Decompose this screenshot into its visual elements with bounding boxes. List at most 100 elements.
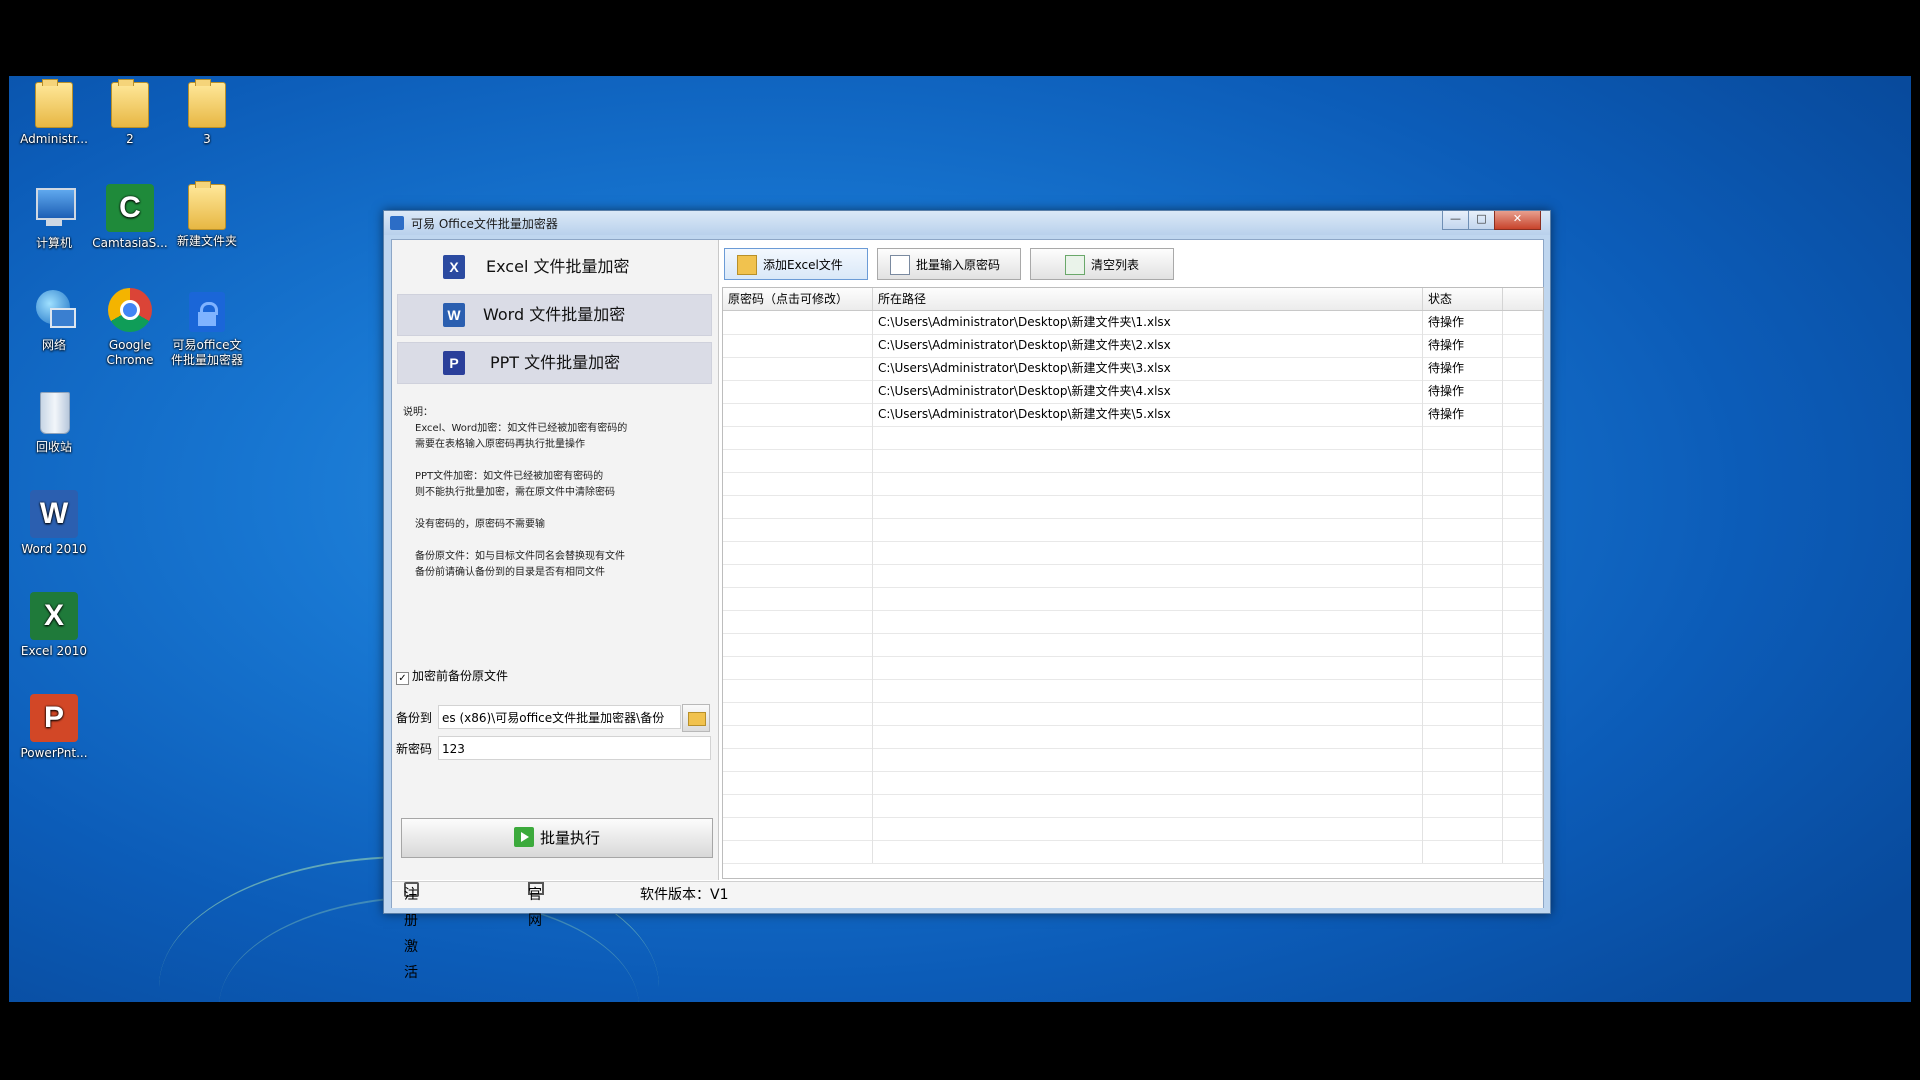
instructions-line bbox=[415, 453, 703, 469]
nav-excel-encrypt[interactable]: X Excel 文件批量加密 bbox=[397, 246, 712, 288]
desktop-icon-label: PowerPnt... bbox=[20, 746, 88, 760]
desktop-icon-excel[interactable]: X Excel 2010 bbox=[14, 592, 94, 659]
cell-password[interactable] bbox=[723, 840, 873, 863]
cell-filler bbox=[1503, 610, 1543, 633]
cell-password[interactable] bbox=[723, 702, 873, 725]
table-row-empty bbox=[723, 564, 1543, 588]
desktop-icon-recycle-bin[interactable]: 回收站 bbox=[14, 388, 94, 455]
table-row-empty bbox=[723, 817, 1543, 841]
cell-password[interactable] bbox=[723, 748, 873, 771]
maximize-button[interactable]: □ bbox=[1468, 211, 1495, 230]
table-row-empty bbox=[723, 794, 1543, 818]
checkbox-box[interactable]: ✓ bbox=[396, 672, 409, 685]
cell-path bbox=[873, 771, 1423, 794]
desktop-icon-administrator[interactable]: Administr... bbox=[14, 79, 94, 147]
play-icon bbox=[513, 827, 534, 847]
cell-password[interactable] bbox=[723, 656, 873, 679]
browse-folder-button[interactable] bbox=[682, 704, 710, 732]
clear-list-button[interactable]: 清空列表 bbox=[1030, 248, 1174, 280]
batch-execute-button[interactable]: 批量执行 bbox=[401, 818, 713, 858]
cell-status: 待操作 bbox=[1423, 403, 1503, 426]
cell-path bbox=[873, 610, 1423, 633]
table-row[interactable]: C:\Users\Administrator\Desktop\新建文件夹\1.x… bbox=[723, 311, 1543, 335]
backup-to-label: 备份到 bbox=[396, 711, 433, 725]
cell-password[interactable] bbox=[723, 472, 873, 495]
cell-status bbox=[1423, 702, 1503, 725]
cell-password[interactable] bbox=[723, 357, 873, 380]
table-row[interactable]: C:\Users\Administrator\Desktop\新建文件夹\5.x… bbox=[723, 403, 1543, 427]
cell-password[interactable] bbox=[723, 334, 873, 357]
table-row-empty bbox=[723, 449, 1543, 473]
instructions-line: Excel、Word加密：如文件已经被加密有密码的 bbox=[415, 423, 628, 434]
cell-path bbox=[873, 633, 1423, 656]
cell-password[interactable] bbox=[723, 541, 873, 564]
desktop-icon-encryptor[interactable]: 可易office文件批量加密器 bbox=[167, 286, 247, 368]
add-excel-button[interactable]: 添加Excel文件 bbox=[724, 248, 868, 280]
cell-password[interactable] bbox=[723, 518, 873, 541]
cell-password[interactable] bbox=[723, 403, 873, 426]
table-row-empty bbox=[723, 840, 1543, 864]
desktop-icon-folder-2[interactable]: 2 bbox=[90, 79, 170, 147]
cell-password[interactable] bbox=[723, 794, 873, 817]
cell-status: 待操作 bbox=[1423, 311, 1503, 334]
backup-path-field[interactable]: es (x86)\可易office文件批量加密器\备份 bbox=[438, 705, 681, 729]
column-header-password[interactable]: 原密码（点击可修改） bbox=[723, 288, 873, 310]
desktop-icon-label: Google Chrome bbox=[106, 338, 154, 367]
cell-path: C:\Users\Administrator\Desktop\新建文件夹\3.x… bbox=[873, 357, 1423, 380]
cell-status bbox=[1423, 472, 1503, 495]
cell-password[interactable] bbox=[723, 449, 873, 472]
window-client: X Excel 文件批量加密 W Word 文件批量加密 P PPT 文件批量加… bbox=[391, 239, 1544, 981]
table-row[interactable]: C:\Users\Administrator\Desktop\新建文件夹\4.x… bbox=[723, 380, 1543, 404]
title-bar[interactable]: 可易 Office文件批量加密器 — □ ✕ bbox=[384, 211, 1550, 235]
cell-password[interactable] bbox=[723, 771, 873, 794]
desktop-icon-word[interactable]: W Word 2010 bbox=[14, 490, 94, 557]
desktop-icon-computer[interactable]: 计算机 bbox=[14, 184, 94, 251]
table-row[interactable]: C:\Users\Administrator\Desktop\新建文件夹\3.x… bbox=[723, 357, 1543, 381]
desktop-icon-camtasia[interactable]: C CamtasiaS... bbox=[90, 184, 170, 251]
clear-icon bbox=[1065, 255, 1085, 275]
desktop-icon-chrome[interactable]: Google Chrome bbox=[90, 286, 170, 368]
cell-password[interactable] bbox=[723, 679, 873, 702]
close-button[interactable]: ✕ bbox=[1494, 211, 1541, 230]
column-header-path[interactable]: 所在路径 bbox=[873, 288, 1423, 310]
column-header-status[interactable]: 状态 bbox=[1423, 288, 1503, 310]
cell-password[interactable] bbox=[723, 564, 873, 587]
cell-password[interactable] bbox=[723, 495, 873, 518]
cell-password[interactable] bbox=[723, 633, 873, 656]
batch-input-password-button[interactable]: 批量输入原密码 bbox=[877, 248, 1021, 280]
cell-filler bbox=[1503, 725, 1543, 748]
cell-path bbox=[873, 840, 1423, 863]
instructions-line: PPT文件加密：如文件已经被加密有密码的 bbox=[415, 471, 604, 482]
cell-password[interactable] bbox=[723, 426, 873, 449]
cell-password[interactable] bbox=[723, 587, 873, 610]
cell-password[interactable] bbox=[723, 380, 873, 403]
desktop-icon-powerpoint[interactable]: P PowerPnt... bbox=[14, 694, 94, 761]
cell-filler bbox=[1503, 656, 1543, 679]
desktop-icon-label: 可易office文件批量加密器 bbox=[170, 338, 243, 367]
folder-open-icon bbox=[688, 712, 706, 726]
cell-path bbox=[873, 495, 1423, 518]
word-icon: W bbox=[30, 490, 78, 538]
cell-password[interactable] bbox=[723, 817, 873, 840]
desktop-icon-new-folder[interactable]: 新建文件夹 bbox=[167, 181, 247, 249]
desktop-icon-folder-3[interactable]: 3 bbox=[167, 79, 247, 147]
cell-status bbox=[1423, 771, 1503, 794]
status-bar: 注册激活 官网 软件版本：V1 bbox=[392, 881, 1543, 981]
backup-checkbox[interactable]: ✓ 加密前备份原文件 bbox=[396, 667, 508, 685]
cell-status bbox=[1423, 725, 1503, 748]
new-password-field[interactable]: 123 bbox=[438, 736, 711, 760]
table-row[interactable]: C:\Users\Administrator\Desktop\新建文件夹\2.x… bbox=[723, 334, 1543, 358]
nav-word-encrypt[interactable]: W Word 文件批量加密 bbox=[397, 294, 712, 336]
desktop-icon-label: 新建文件夹 bbox=[176, 234, 237, 248]
cell-filler bbox=[1503, 403, 1543, 426]
desktop-icon-label: Excel 2010 bbox=[20, 644, 88, 658]
cell-filler bbox=[1503, 679, 1543, 702]
nav-ppt-encrypt[interactable]: P PPT 文件批量加密 bbox=[397, 342, 712, 384]
cell-password[interactable] bbox=[723, 311, 873, 334]
minimize-button[interactable]: — bbox=[1442, 211, 1469, 230]
cell-password[interactable] bbox=[723, 725, 873, 748]
cell-path bbox=[873, 656, 1423, 679]
cell-password[interactable] bbox=[723, 610, 873, 633]
desktop-icon-network[interactable]: 网络 bbox=[14, 286, 94, 353]
table-row-empty bbox=[723, 702, 1543, 726]
